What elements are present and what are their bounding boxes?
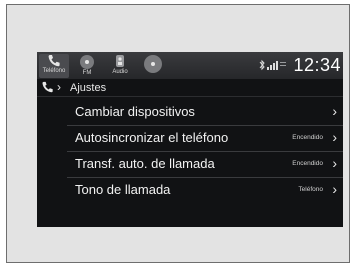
status-indicators: [259, 58, 287, 72]
breadcrumb-title: Ajustes: [70, 82, 107, 94]
status-bar: Teléfono FM Audio 12:34: [37, 52, 343, 79]
bluetooth-icon: [259, 59, 265, 71]
breadcrumb[interactable]: › Ajustes: [37, 79, 343, 97]
clock: 12:34: [293, 55, 341, 75]
source-tab-label: FM: [82, 70, 92, 76]
menu-item-value: Teléfono: [298, 186, 323, 193]
source-tab-label: Teléfono: [42, 68, 66, 74]
menu-item-transf-auto[interactable]: Transf. auto. de llamada Encendido ›: [67, 152, 343, 178]
source-tab-phone[interactable]: Teléfono: [39, 54, 69, 78]
infotainment-screen: Teléfono FM Audio 12:34 › Ajustes Cambia…: [37, 52, 343, 227]
menu-item-label: Tono de llamada: [75, 182, 171, 197]
chevron-right-icon: ›: [332, 103, 337, 119]
chevron-right-icon: ›: [332, 181, 337, 197]
menu-item-autosincronizar[interactable]: Autosincronizar el teléfono Encendido ›: [67, 126, 343, 152]
chevron-right-icon: ›: [332, 155, 337, 171]
phone-icon: [48, 55, 60, 67]
manual-figure-frame: Teléfono FM Audio 12:34 › Ajustes Cambia…: [6, 4, 350, 263]
source-tab-fm[interactable]: FM: [72, 54, 102, 78]
signal-icon: [267, 61, 286, 70]
menu-item-label: Transf. auto. de llamada: [75, 156, 215, 171]
source-tab-disc[interactable]: [138, 54, 168, 78]
chevron-right-icon: ›: [57, 80, 61, 94]
menu-item-tono-de-llamada[interactable]: Tono de llamada Teléfono ›: [67, 178, 343, 203]
settings-menu: Cambiar dispositivos › Autosincronizar e…: [67, 100, 343, 203]
chevron-right-icon: ›: [332, 129, 337, 145]
source-tab-audio[interactable]: Audio: [105, 54, 135, 78]
source-tab-label: Audio: [112, 69, 128, 75]
menu-item-value: Encendido: [292, 160, 323, 167]
disc-icon: [144, 55, 162, 73]
menu-item-label: Cambiar dispositivos: [75, 104, 195, 119]
audio-icon: [116, 55, 124, 67]
phone-icon: [42, 81, 53, 93]
menu-item-label: Autosincronizar el teléfono: [75, 130, 229, 145]
menu-item-value: Encendido: [292, 134, 323, 141]
radio-icon: [80, 55, 94, 69]
menu-item-cambiar-dispositivos[interactable]: Cambiar dispositivos ›: [67, 100, 343, 126]
